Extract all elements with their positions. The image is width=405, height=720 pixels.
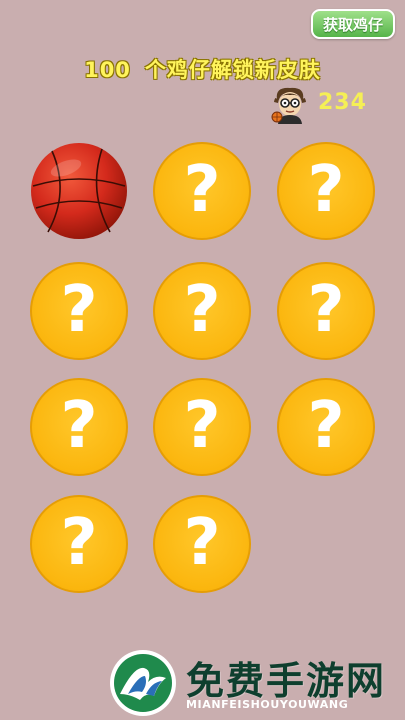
site-logo-icon xyxy=(110,650,176,716)
skin-slot-locked[interactable]: ? xyxy=(30,262,128,360)
watermark-title: 免费手游网 xyxy=(186,659,387,703)
question-mark-icon: ? xyxy=(307,389,345,463)
skin-slot-locked[interactable]: ? xyxy=(30,495,128,593)
watermark-subtitle: MIANFEISHOUYOUWANG xyxy=(186,698,349,711)
skin-slot-locked[interactable]: ? xyxy=(277,142,375,240)
skin-grid: ? ? ? ? ? ? ? ? ? ? xyxy=(0,0,405,720)
skin-slot-locked[interactable]: ? xyxy=(153,262,251,360)
question-mark-icon: ? xyxy=(60,389,98,463)
question-mark-icon: ? xyxy=(183,273,221,347)
skin-slot-locked[interactable]: ? xyxy=(277,378,375,476)
question-mark-icon: ? xyxy=(183,506,221,580)
question-mark-icon: ? xyxy=(183,389,221,463)
skin-slot-locked[interactable]: ? xyxy=(153,142,251,240)
skin-slot-basketball[interactable] xyxy=(30,142,128,240)
skin-slot-locked[interactable]: ? xyxy=(153,495,251,593)
question-mark-icon: ? xyxy=(307,153,345,227)
skin-slot-locked[interactable]: ? xyxy=(30,378,128,476)
basketball-icon xyxy=(31,143,127,239)
skin-slot-locked[interactable]: ? xyxy=(277,262,375,360)
question-mark-icon: ? xyxy=(60,273,98,347)
skin-slot-locked[interactable]: ? xyxy=(153,378,251,476)
question-mark-icon: ? xyxy=(60,506,98,580)
question-mark-icon: ? xyxy=(307,273,345,347)
question-mark-icon: ? xyxy=(183,153,221,227)
